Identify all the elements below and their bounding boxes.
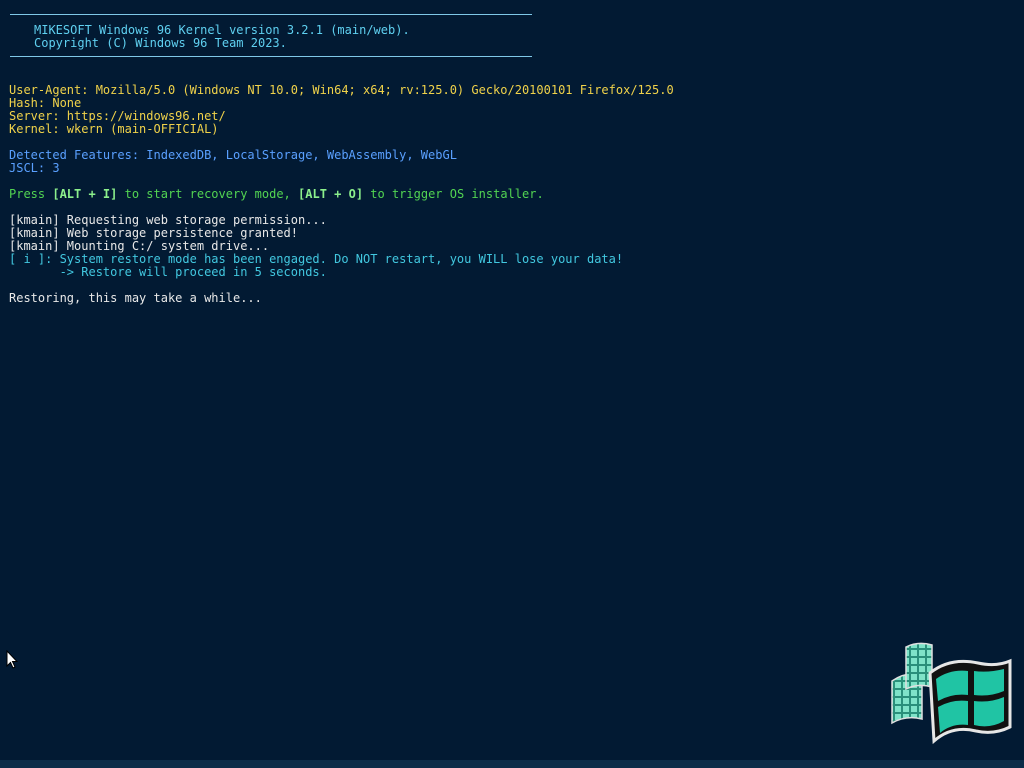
prompt-mid: to start recovery mode, bbox=[117, 187, 299, 201]
restoring-status: Restoring, this may take a while... bbox=[9, 291, 262, 305]
boot-console: MIKESOFT Windows 96 Kernel version 3.2.1… bbox=[9, 14, 1009, 305]
recovery-key-hint: [ALT + I] bbox=[52, 187, 118, 201]
windows96-logo-icon bbox=[891, 642, 1012, 745]
kernel-banner: MIKESOFT Windows 96 Kernel version 3.2.1… bbox=[9, 15, 1009, 56]
kernel-log: [kmain] Requesting web storage permissio… bbox=[9, 214, 1009, 279]
detected-features-line: Detected Features: IndexedDB, LocalStora… bbox=[9, 148, 457, 162]
restore-countdown-line: -> Restore will proceed in 5 seconds. bbox=[9, 265, 327, 279]
features-info: Detected Features: IndexedDB, LocalStora… bbox=[9, 149, 1009, 175]
system-info: User-Agent: Mozilla/5.0 (Windows NT 10.0… bbox=[9, 84, 1009, 136]
jscl-line: JSCL: 3 bbox=[9, 161, 60, 175]
user-agent-line: User-Agent: Mozilla/5.0 (Windows NT 10.0… bbox=[9, 83, 674, 97]
prompt-press: Press bbox=[9, 187, 53, 201]
banner-copyright: Copyright (C) Windows 96 Team 2023. bbox=[34, 36, 287, 50]
prompt-end: to trigger OS installer. bbox=[363, 187, 544, 201]
recovery-prompt: Press [ALT + I] to start recovery mode, … bbox=[9, 188, 1009, 201]
installer-key-hint: [ALT + O] bbox=[298, 187, 364, 201]
bottom-strip bbox=[0, 760, 1024, 768]
kernel-line: Kernel: wkern (main-OFFICIAL) bbox=[9, 122, 219, 136]
mouse-pointer-icon bbox=[6, 650, 18, 669]
